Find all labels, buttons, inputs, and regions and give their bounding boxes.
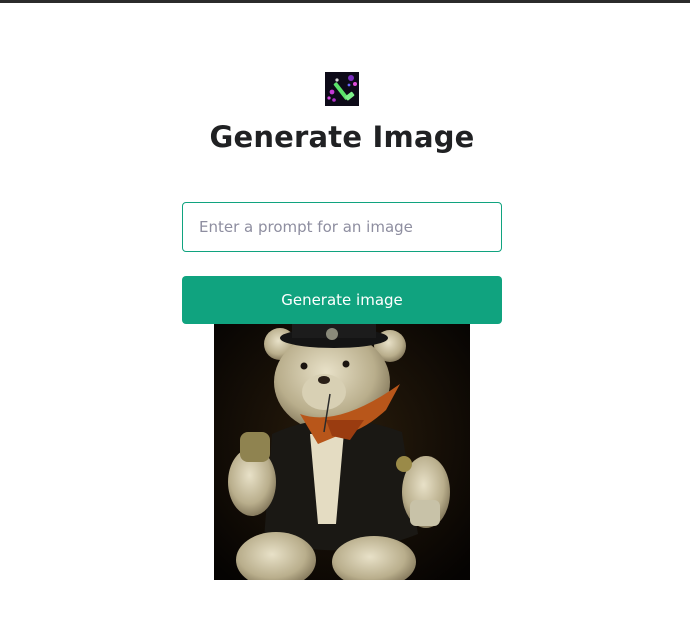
prompt-input[interactable] [182, 202, 502, 252]
generated-image [214, 324, 470, 580]
generate-image-button[interactable]: Generate image [182, 276, 502, 324]
top-bar [0, 0, 690, 3]
page-title: Generate Image [209, 120, 475, 154]
app-logo-icon [325, 72, 359, 106]
